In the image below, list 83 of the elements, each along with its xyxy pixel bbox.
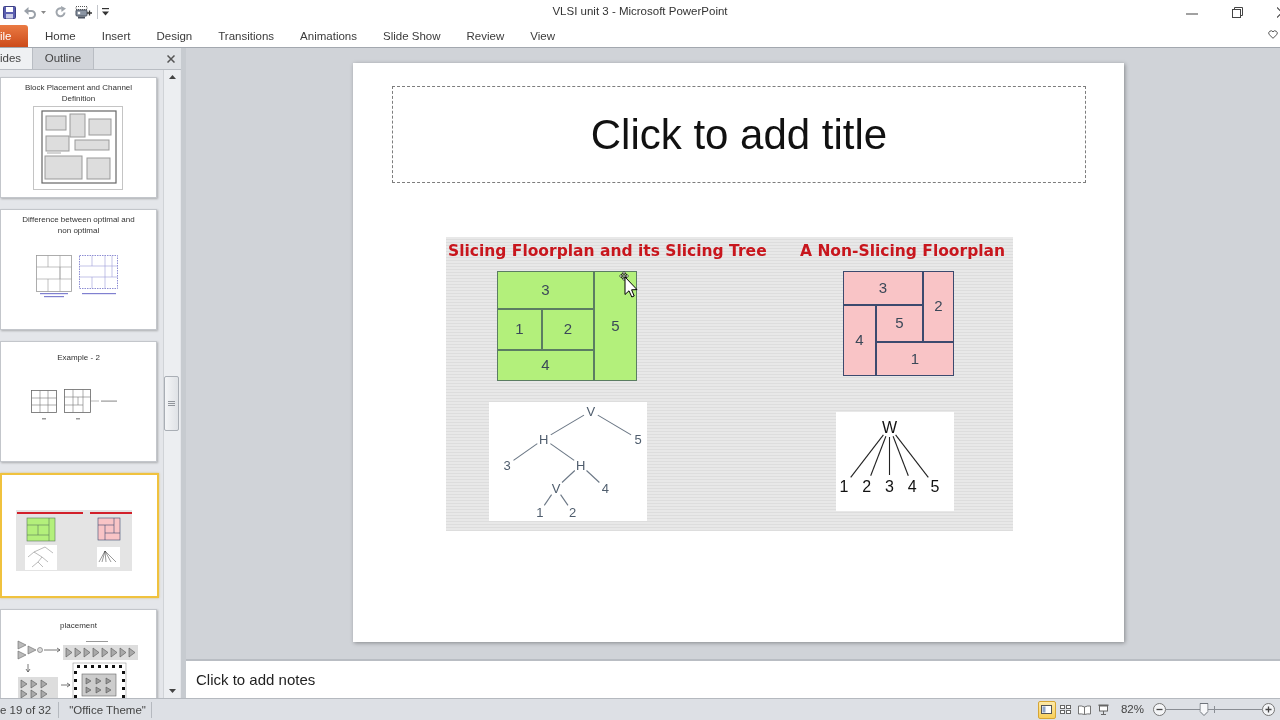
floorplan-block: 3 xyxy=(497,271,594,309)
floorplan-block: 3 xyxy=(843,271,923,305)
zoom-out-icon[interactable] xyxy=(1153,703,1166,716)
tree-edge xyxy=(512,443,538,461)
undo-icon[interactable] xyxy=(24,5,36,19)
figure-heading: Slicing Floorplan and its Slicing Tree xyxy=(448,243,768,259)
zoom-in-icon[interactable] xyxy=(1262,703,1275,716)
caret-icon[interactable] xyxy=(41,10,46,14)
ribbon-tab[interactable]: Home xyxy=(32,25,89,47)
tree-node-label: 3 xyxy=(885,477,894,495)
thumbnail-title: Difference between optimal and non optimal xyxy=(21,214,136,236)
tree-node-label: 4 xyxy=(907,477,917,495)
tree-node-label: 4 xyxy=(601,480,609,496)
thumbnail-title: Block Placement and Channel Definition xyxy=(23,82,134,104)
down-arrow-icon[interactable] xyxy=(168,689,176,693)
window-title: VLSI unit 3 - Microsoft PowerPoint xyxy=(551,4,729,20)
tree-edge xyxy=(550,414,585,436)
tree-node-label: W xyxy=(881,418,898,436)
book-icon xyxy=(1078,704,1092,715)
normal-view-icon xyxy=(1041,705,1053,714)
floorplan-block: 2 xyxy=(923,271,954,342)
close-icon[interactable] xyxy=(167,55,175,63)
zoom-percentage: 82% xyxy=(1120,701,1144,717)
four-squares-icon xyxy=(1060,705,1072,714)
floorplan-block: 2 xyxy=(542,309,594,350)
title-placeholder-field[interactable]: Click to add title xyxy=(392,86,1086,183)
ribbon-tab[interactable]: Animations xyxy=(287,25,370,47)
floorplan-block: 4 xyxy=(497,350,594,381)
grip-icon xyxy=(168,401,175,406)
panel-tab[interactable]: ides xyxy=(0,48,33,69)
tree-edge xyxy=(561,469,576,484)
ribbon-tab[interactable]: Insert xyxy=(88,25,144,47)
tree-edge xyxy=(597,414,632,436)
floorplan-block: 4 xyxy=(843,305,876,376)
tree-node-label: V xyxy=(551,480,561,496)
thumbnail-title: Example - 2 xyxy=(57,351,100,363)
floorplan-block: 5 xyxy=(594,271,637,381)
restore-icon[interactable] xyxy=(1232,6,1243,18)
tree-node-label: 1 xyxy=(839,477,849,495)
tree-node-label: 1 xyxy=(536,504,544,520)
theme-name: "Office Theme" xyxy=(59,701,152,718)
tree-node-label: H xyxy=(539,431,549,447)
tree-node-label: 2 xyxy=(568,504,577,520)
tree-edge xyxy=(549,443,575,461)
ribbon-tab[interactable]: View xyxy=(517,25,568,47)
floorplan-block: 5 xyxy=(876,305,923,342)
tree-node-label: 3 xyxy=(503,457,511,473)
ribbon-tab[interactable]: Transitions xyxy=(205,25,288,47)
slide-thumbnail[interactable] xyxy=(0,473,159,598)
file-tab[interactable]: ile xyxy=(0,25,28,47)
cursor-icon xyxy=(619,271,638,298)
panel-tab[interactable]: Outline xyxy=(33,48,94,69)
up-arrow-icon[interactable] xyxy=(168,75,176,79)
normal-view-button[interactable] xyxy=(1037,700,1056,719)
slide-counter: e 19 of 32 xyxy=(0,701,60,718)
zoom-slider-thumb[interactable] xyxy=(1199,703,1209,716)
tree-node-label: V xyxy=(586,403,596,419)
ribbon-tab[interactable]: Design xyxy=(143,25,206,47)
scrollbar-thumb[interactable] xyxy=(164,376,179,431)
ribbon-tab[interactable]: Review xyxy=(453,25,518,47)
figure-heading: A Non-Slicing Floorplan xyxy=(800,243,1007,259)
projector-screen-icon xyxy=(1098,704,1110,715)
scrollbar[interactable] xyxy=(163,70,180,698)
slide-thumbnail[interactable]: Example - 2 xyxy=(0,341,157,462)
floorplan-block: 1 xyxy=(497,309,542,350)
tree-node-label: 5 xyxy=(930,477,940,495)
tree-edge xyxy=(543,494,553,506)
dropdown-caret-icon[interactable] xyxy=(102,8,109,16)
slide-thumbnail[interactable]: placement xyxy=(0,609,157,698)
slide-thumbnail[interactable]: Difference between optimal and non optimal xyxy=(0,209,157,330)
tree-edge xyxy=(585,469,600,484)
tree-edge xyxy=(560,494,569,506)
tree-node-label: H xyxy=(576,457,586,473)
floorplan-block: 1 xyxy=(876,342,954,376)
ribbon-tab[interactable]: Slide Show xyxy=(370,25,454,47)
heart-icon[interactable] xyxy=(1268,30,1278,39)
thumbnail-title: placement xyxy=(60,619,97,631)
tree-node-label: 5 xyxy=(634,431,642,447)
close-icon[interactable] xyxy=(1277,6,1280,18)
slide-thumbnail[interactable]: Block Placement and Channel Definition xyxy=(0,77,157,198)
tree-node-label: 2 xyxy=(862,477,872,495)
save-icon[interactable] xyxy=(3,5,16,19)
monitor-plus-icon[interactable] xyxy=(75,5,92,19)
